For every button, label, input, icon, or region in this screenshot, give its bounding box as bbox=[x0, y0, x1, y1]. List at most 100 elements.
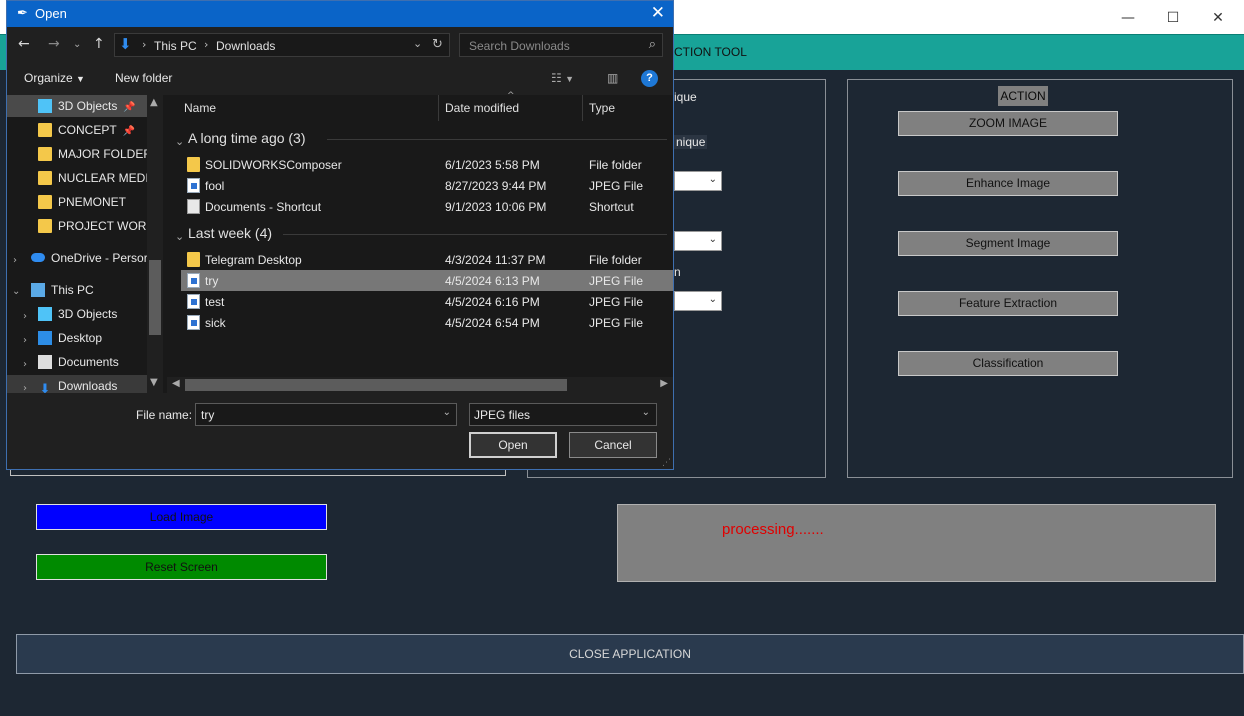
processing-status-text: processing....... bbox=[722, 521, 824, 538]
column-header-name[interactable]: Name bbox=[184, 101, 216, 115]
file-date: 6/1/2023 5:58 PM bbox=[445, 158, 540, 172]
dialog-titlebar: ✒ Open ✕ bbox=[7, 1, 673, 27]
file-row[interactable]: fool 8/27/2023 9:44 PM JPEG File bbox=[181, 175, 673, 196]
nav-item-3d-objects-quick[interactable]: 3D Objects 📌 bbox=[38, 99, 136, 121]
computer-icon bbox=[31, 283, 45, 297]
address-dropdown-icon[interactable]: ⌄ bbox=[413, 37, 422, 50]
technique-dropdown-1[interactable]: ⌄ bbox=[674, 171, 722, 191]
file-type: JPEG File bbox=[589, 179, 644, 193]
scroll-up-icon[interactable]: ▲ bbox=[150, 97, 158, 108]
minimize-icon[interactable]: — bbox=[1118, 8, 1138, 28]
group-collapse-icon[interactable]: ⌄ bbox=[175, 135, 184, 148]
column-header-type[interactable]: Type bbox=[589, 101, 615, 115]
file-row[interactable]: SOLIDWORKSComposer 6/1/2023 5:58 PM File f… bbox=[181, 154, 673, 175]
enhance-image-button[interactable]: Enhance Image bbox=[898, 171, 1118, 196]
nav-scrollbar[interactable]: ▲ ▼ bbox=[147, 95, 163, 393]
expand-chevron-icon[interactable]: › bbox=[23, 335, 27, 346]
file-date: 8/27/2023 9:44 PM bbox=[445, 179, 547, 193]
folder-icon bbox=[38, 123, 52, 137]
folder-icon bbox=[187, 157, 200, 172]
reset-screen-button[interactable]: Reset Screen bbox=[36, 554, 327, 580]
resize-grip-icon[interactable]: ⋰ bbox=[662, 458, 671, 468]
chevron-down-icon[interactable]: ⌄ bbox=[443, 407, 451, 418]
file-type: Shortcut bbox=[589, 200, 634, 214]
breadcrumb-this-pc[interactable]: This PC bbox=[154, 39, 197, 53]
expand-chevron-icon[interactable]: › bbox=[23, 359, 27, 370]
pin-icon: 📌 bbox=[122, 126, 136, 137]
downloads-icon: ⬇ bbox=[39, 382, 51, 393]
scrollbar-thumb[interactable] bbox=[149, 260, 161, 335]
nav-item-concept[interactable]: CONCEPT 📌 bbox=[38, 123, 135, 145]
nav-item-downloads[interactable]: ⬇ Downloads bbox=[38, 379, 118, 393]
technique-dropdown-3[interactable]: ⌄ bbox=[674, 291, 722, 311]
file-row[interactable]: test 4/5/2024 6:16 PM JPEG File bbox=[181, 291, 673, 312]
scroll-right-icon[interactable]: ▶ bbox=[660, 378, 668, 389]
file-list-hscrollbar[interactable]: ◀ ▶ bbox=[167, 377, 673, 393]
column-separator[interactable] bbox=[438, 95, 439, 121]
file-row[interactable]: Telegram Desktop 4/3/2024 11:37 PM File fo… bbox=[181, 249, 673, 270]
nav-item-documents[interactable]: Documents bbox=[38, 355, 119, 377]
scrollbar-thumb[interactable] bbox=[185, 379, 567, 391]
preview-pane-icon[interactable]: ▥ bbox=[607, 71, 618, 85]
file-row[interactable]: sick 4/5/2024 6:54 PM JPEG File bbox=[181, 312, 673, 333]
expand-chevron-icon[interactable]: › bbox=[23, 383, 27, 393]
nav-item-major-folder[interactable]: MAJOR FOLDER bbox=[38, 147, 152, 169]
scroll-left-icon[interactable]: ◀ bbox=[172, 378, 180, 389]
cancel-button[interactable]: Cancel bbox=[569, 432, 657, 458]
nav-item-nuclear-medic[interactable]: NUCLEAR MEDIC bbox=[38, 171, 157, 193]
up-arrow-icon[interactable]: ↑ bbox=[93, 36, 105, 52]
organize-button[interactable]: Organize ▼ bbox=[24, 71, 85, 85]
technique-dropdown-2[interactable]: ⌄ bbox=[674, 231, 722, 251]
folder-icon bbox=[38, 195, 52, 209]
search-input[interactable]: Search Downloads ⌕ bbox=[459, 33, 663, 57]
column-separator[interactable] bbox=[582, 95, 583, 121]
nav-item-desktop[interactable]: Desktop bbox=[38, 331, 102, 353]
nav-item-3d-objects[interactable]: 3D Objects bbox=[38, 307, 117, 329]
technique-label-3: n bbox=[674, 265, 681, 279]
close-window-icon[interactable]: ✕ bbox=[1208, 8, 1228, 28]
nav-item-onedrive[interactable]: OneDrive - Persor bbox=[31, 251, 148, 273]
column-header-date[interactable]: Date modified bbox=[445, 101, 519, 115]
breadcrumb-downloads[interactable]: Downloads bbox=[216, 39, 275, 53]
app-banner-title: CTION TOOL bbox=[674, 45, 747, 59]
file-row-selected[interactable]: try 4/5/2024 6:13 PM JPEG File bbox=[181, 270, 673, 291]
group-header-long-ago[interactable]: A long time ago (3) bbox=[188, 130, 306, 146]
file-type-select[interactable]: JPEG files ⌄ bbox=[469, 403, 657, 426]
file-row[interactable]: Documents - Shortcut 9/1/2023 10:06 PM Sho… bbox=[181, 196, 673, 217]
recent-locations-chevron-icon[interactable]: ⌄ bbox=[73, 39, 81, 50]
file-type-value: JPEG files bbox=[474, 408, 531, 422]
scroll-down-icon[interactable]: ▼ bbox=[150, 377, 158, 388]
feature-extraction-button[interactable]: Feature Extraction bbox=[898, 291, 1118, 316]
breadcrumb-chevron-icon[interactable]: › bbox=[142, 38, 146, 51]
file-name: Documents - Shortcut bbox=[205, 200, 322, 214]
forward-arrow-icon[interactable]: → bbox=[48, 36, 60, 52]
load-image-button[interactable]: Load Image bbox=[36, 504, 327, 530]
maximize-icon[interactable]: ☐ bbox=[1163, 8, 1183, 28]
expand-chevron-icon[interactable]: › bbox=[23, 311, 27, 322]
breadcrumb-chevron-icon[interactable]: › bbox=[204, 38, 208, 51]
segment-image-button[interactable]: Segment Image bbox=[898, 231, 1118, 256]
refresh-icon[interactable]: ↻ bbox=[432, 37, 443, 52]
nav-item-this-pc[interactable]: This PC bbox=[31, 283, 94, 305]
group-collapse-icon[interactable]: ⌄ bbox=[175, 230, 184, 243]
address-bar[interactable]: ⬇ › This PC › Downloads ⌄ ↻ bbox=[114, 33, 450, 57]
nav-item-label: Downloads bbox=[58, 379, 118, 393]
nav-item-label: Documents bbox=[58, 355, 119, 369]
expand-chevron-icon[interactable]: › bbox=[13, 255, 17, 266]
close-icon[interactable]: ✕ bbox=[651, 3, 665, 23]
nav-item-pnemonet[interactable]: PNEMONET bbox=[38, 195, 126, 217]
help-icon[interactable]: ? bbox=[641, 70, 658, 87]
group-header-last-week[interactable]: Last week (4) bbox=[188, 225, 272, 241]
nav-item-label: OneDrive - Persor bbox=[51, 251, 148, 265]
nav-item-label: PNEMONET bbox=[58, 195, 127, 209]
back-arrow-icon[interactable]: ← bbox=[18, 36, 30, 52]
zoom-image-button[interactable]: ZOOM IMAGE bbox=[898, 111, 1118, 136]
collapse-chevron-icon[interactable]: ⌄ bbox=[12, 286, 20, 297]
open-button[interactable]: Open bbox=[469, 432, 557, 458]
nav-item-project-work[interactable]: PROJECT WORK bbox=[38, 219, 154, 241]
file-name-input[interactable]: try ⌄ bbox=[195, 403, 457, 426]
classification-button[interactable]: Classification bbox=[898, 351, 1118, 376]
close-application-button[interactable]: CLOSE APPLICATION bbox=[16, 634, 1244, 674]
view-options-icon[interactable]: ☷ ▼ bbox=[551, 71, 574, 85]
new-folder-button[interactable]: New folder bbox=[115, 71, 172, 85]
